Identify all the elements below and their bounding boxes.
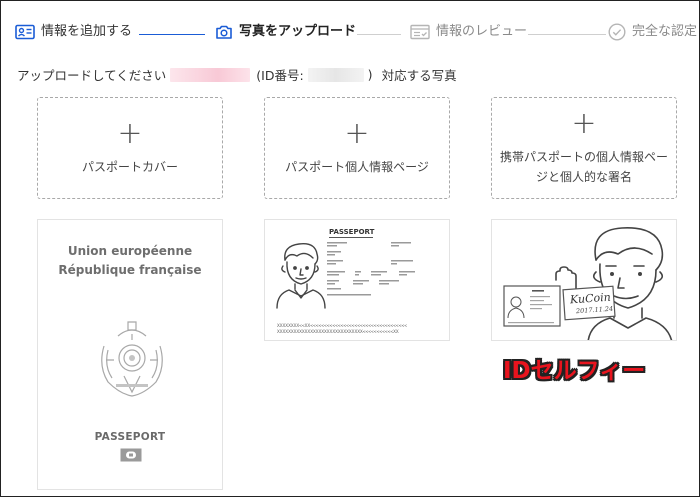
- step-label: 情報を追加する: [41, 24, 133, 39]
- step-connector: [357, 34, 401, 35]
- upload-selfie-with-passport[interactable]: + 携帯パスポートの個人情報ページと個人的な署名: [491, 97, 677, 199]
- datapage-rule: [329, 237, 373, 238]
- review-form-icon: [410, 24, 430, 40]
- step-review[interactable]: 情報のレビュー: [410, 23, 527, 41]
- plus-icon: +: [344, 116, 370, 151]
- step-upload-photo[interactable]: 写真をアップロード: [215, 23, 356, 41]
- page-frame: 情報を追加する 写真をアップロード 情報のレビュー 完全な認定 アップロードして…: [0, 0, 700, 497]
- instruction-prefix: アップロードしてください: [17, 68, 167, 83]
- step-complete[interactable]: 完全な認定: [608, 23, 697, 41]
- instruction-suffix: 対応する写真: [381, 68, 457, 83]
- datapage-fields: [327, 242, 415, 296]
- upload-label: 携帯パスポートの個人情報ページと個人的な署名: [499, 150, 668, 184]
- instruction-id-close: ): [367, 67, 373, 82]
- upload-instruction: アップロードしてください (ID番号: ) 対応する写真: [17, 65, 457, 84]
- mrz-line-2: XXXXXXXXXXXXXXXXXXXXXXXXXXXXXXX<<<<<<<<<…: [277, 330, 399, 335]
- step-label: 写真をアップロード: [239, 24, 357, 39]
- selfie-illustration: [503, 227, 673, 340]
- coat-of-arms-icon: [101, 321, 163, 397]
- cover-text-union: Union européenne: [67, 244, 193, 258]
- upload-passport-datapage[interactable]: + パスポート個人情報ページ: [264, 97, 450, 199]
- upload-passport-cover[interactable]: + パスポートカバー: [37, 97, 223, 199]
- step-label: 完全な認定: [632, 24, 698, 39]
- id-card-icon: [15, 24, 35, 40]
- biometric-chip-icon: [120, 448, 142, 462]
- upload-label: パスポートカバー: [81, 160, 178, 174]
- selfie-caption: IDセルフィー: [503, 358, 646, 384]
- step-connector: [139, 34, 205, 35]
- redacted-id-number: [307, 67, 364, 82]
- redacted-name: [170, 67, 251, 82]
- portrait-illustration: [276, 243, 326, 309]
- sample-passport-datapage: PASSEPORT XXXXXXXX<<XX<<<<<<<<<<<<<<<<<<…: [264, 219, 450, 341]
- plus-icon: +: [117, 116, 143, 151]
- upload-label: パスポート個人情報ページ: [285, 160, 429, 174]
- camera-icon: [216, 25, 232, 39]
- datapage-heading: PASSEPORT: [329, 228, 375, 236]
- instruction-id-open: (ID番号:: [256, 68, 304, 83]
- sample-selfie: KuCoin 2017.11.24: [491, 219, 677, 341]
- plus-icon: +: [571, 106, 597, 141]
- step-label: 情報のレビュー: [436, 24, 528, 39]
- step-add-info[interactable]: 情報を追加する: [15, 23, 132, 41]
- sample-passport-cover: Union européenne République française PA…: [37, 219, 223, 490]
- cover-text-republic: République française: [58, 263, 202, 277]
- step-connector: [528, 34, 606, 35]
- progress-stepper: 情報を追加する 写真をアップロード 情報のレビュー 完全な認定: [15, 23, 700, 45]
- check-circle-icon: [608, 23, 626, 41]
- cover-passport-word: PASSEPORT: [94, 431, 166, 443]
